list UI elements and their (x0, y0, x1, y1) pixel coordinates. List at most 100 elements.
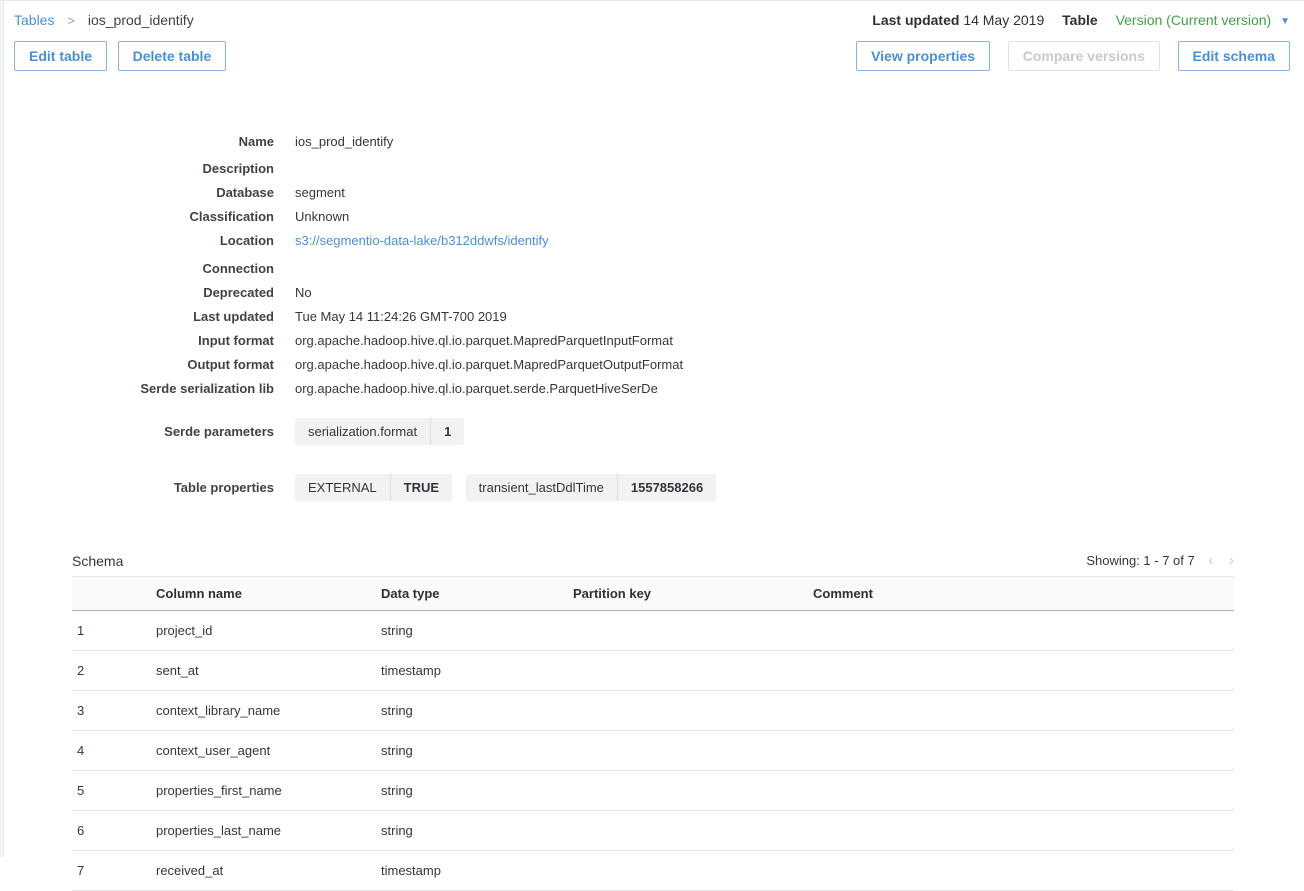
cell-data-type: timestamp (373, 851, 565, 891)
header-row: Column name Data type Partition key Comm… (72, 577, 1234, 611)
row-number: 3 (72, 691, 148, 731)
table-label: Table (1062, 12, 1098, 28)
detail-label: Database (14, 185, 274, 200)
table-row: 1 project_id string (72, 611, 1234, 651)
location-s3-link[interactable]: s3://segmentio-data-lake/b312ddwfs/ident… (295, 233, 549, 248)
cell-data-type: timestamp (373, 651, 565, 691)
last-updated-label: Last updated (872, 12, 959, 28)
detail-label: Output format (14, 357, 274, 372)
chip-key: EXTERNAL (295, 474, 390, 501)
cell-partition-key (565, 771, 805, 811)
detail-row-description: Description (14, 153, 1290, 180)
table-row: 5 properties_first_name string (72, 771, 1234, 811)
cell-partition-key (565, 811, 805, 851)
cell-partition-key (565, 611, 805, 651)
detail-row-database: Database segment (14, 180, 1290, 204)
table-row: 6 properties_last_name string (72, 811, 1234, 851)
next-page-icon[interactable]: › (1229, 552, 1234, 569)
detail-value: org.apache.hadoop.hive.ql.io.parquet.Map… (295, 357, 683, 372)
compare-versions-button: Compare versions (1008, 41, 1160, 71)
cell-data-type: string (373, 611, 565, 651)
detail-row-input-format: Input format org.apache.hadoop.hive.ql.i… (14, 329, 1290, 353)
prev-page-icon[interactable]: ‹ (1208, 552, 1213, 569)
table-row: 3 context_library_name string (72, 691, 1234, 731)
cell-comment (805, 771, 1234, 811)
cell-column-name: context_library_name (148, 691, 373, 731)
table-row: 4 context_user_agent string (72, 731, 1234, 771)
breadcrumb: Tables > ios_prod_identify (14, 12, 194, 28)
top-bar: Tables > ios_prod_identify Last updated … (14, 12, 1290, 28)
detail-value: No (295, 285, 312, 300)
table-row: 2 sent_at timestamp (72, 651, 1234, 691)
detail-value: org.apache.hadoop.hive.ql.io.parquet.ser… (295, 381, 658, 396)
toolbar: Edit table Delete table View properties … (14, 41, 1290, 71)
detail-value: Unknown (295, 209, 349, 224)
detail-row-name: Name ios_prod_identify (14, 129, 1290, 153)
cell-partition-key (565, 691, 805, 731)
cell-column-name: sent_at (148, 651, 373, 691)
schema-table-head: Column name Data type Partition key Comm… (72, 577, 1234, 611)
detail-value: Tue May 14 11:24:26 GMT-700 2019 (295, 309, 507, 324)
pagination: Showing: 1 - 7 of 7 ‹ › (1086, 552, 1234, 569)
detail-row-serde-lib: Serde serialization lib org.apache.hadoo… (14, 377, 1290, 401)
edit-table-button[interactable]: Edit table (14, 41, 107, 71)
delete-table-button[interactable]: Delete table (118, 41, 227, 71)
detail-row-serde-parameters: Serde parameters serialization.format 1 (14, 413, 1290, 449)
cell-comment (805, 611, 1234, 651)
detail-row-last-updated: Last updated Tue May 14 11:24:26 GMT-700… (14, 304, 1290, 328)
cell-comment (805, 851, 1234, 891)
detail-label: Table properties (14, 480, 274, 495)
version-dropdown[interactable]: Version (Current version) ▼ (1116, 12, 1290, 28)
cell-comment (805, 691, 1234, 731)
row-number: 2 (72, 651, 148, 691)
col-header-index (72, 577, 148, 611)
detail-label: Input format (14, 333, 274, 348)
caret-down-icon: ▼ (1280, 16, 1290, 27)
table-details: Name ios_prod_identify Description Datab… (14, 129, 1290, 505)
detail-value: org.apache.hadoop.hive.ql.io.parquet.Map… (295, 333, 673, 348)
table-property-chip: transient_lastDdlTime 1557858266 (466, 474, 717, 501)
edit-schema-button[interactable]: Edit schema (1178, 41, 1290, 71)
header-meta: Last updated 14 May 2019 Table Version (… (872, 12, 1290, 28)
schema-table: Column name Data type Partition key Comm… (72, 576, 1234, 891)
cell-comment (805, 731, 1234, 771)
col-header-column-name: Column name (148, 577, 373, 611)
table-row: 7 received_at timestamp (72, 851, 1234, 891)
version-dropdown-label: Version (Current version) (1116, 12, 1272, 28)
chip-key: transient_lastDdlTime (466, 474, 617, 501)
chip-value: TRUE (390, 474, 452, 501)
cell-data-type: string (373, 771, 565, 811)
detail-row-location: Location s3://segmentio-data-lake/b312dd… (14, 229, 1290, 253)
schema-title: Schema (72, 553, 123, 569)
chip-key: serialization.format (295, 418, 430, 445)
detail-label: Deprecated (14, 285, 274, 300)
cell-partition-key (565, 651, 805, 691)
breadcrumb-separator-icon: > (67, 13, 75, 28)
detail-label: Description (14, 161, 274, 176)
cell-column-name: received_at (148, 851, 373, 891)
cell-column-name: context_user_agent (148, 731, 373, 771)
cell-partition-key (565, 731, 805, 771)
detail-row-connection: Connection (14, 253, 1290, 280)
cell-data-type: string (373, 811, 565, 851)
viewport-edge-strip (0, 1, 4, 857)
breadcrumb-current-table: ios_prod_identify (88, 12, 194, 28)
col-header-comment: Comment (805, 577, 1234, 611)
cell-partition-key (565, 851, 805, 891)
cell-data-type: string (373, 731, 565, 771)
schema-header: Schema Showing: 1 - 7 of 7 ‹ › (72, 552, 1234, 569)
detail-row-classification: Classification Unknown (14, 205, 1290, 229)
row-number: 7 (72, 851, 148, 891)
serde-parameters-chips: serialization.format 1 (295, 418, 464, 445)
schema-section: Schema Showing: 1 - 7 of 7 ‹ › Column na… (72, 552, 1234, 891)
breadcrumb-tables-link[interactable]: Tables (14, 12, 54, 28)
view-properties-button[interactable]: View properties (856, 41, 990, 71)
row-number: 6 (72, 811, 148, 851)
toolbar-right-group: View properties Compare versions Edit sc… (856, 41, 1290, 71)
detail-label: Classification (14, 209, 274, 224)
detail-label: Serde serialization lib (14, 381, 274, 396)
cell-column-name: properties_last_name (148, 811, 373, 851)
table-properties-chips: EXTERNAL TRUE transient_lastDdlTime 1557… (295, 474, 716, 501)
chip-value: 1557858266 (617, 474, 716, 501)
cell-comment (805, 811, 1234, 851)
